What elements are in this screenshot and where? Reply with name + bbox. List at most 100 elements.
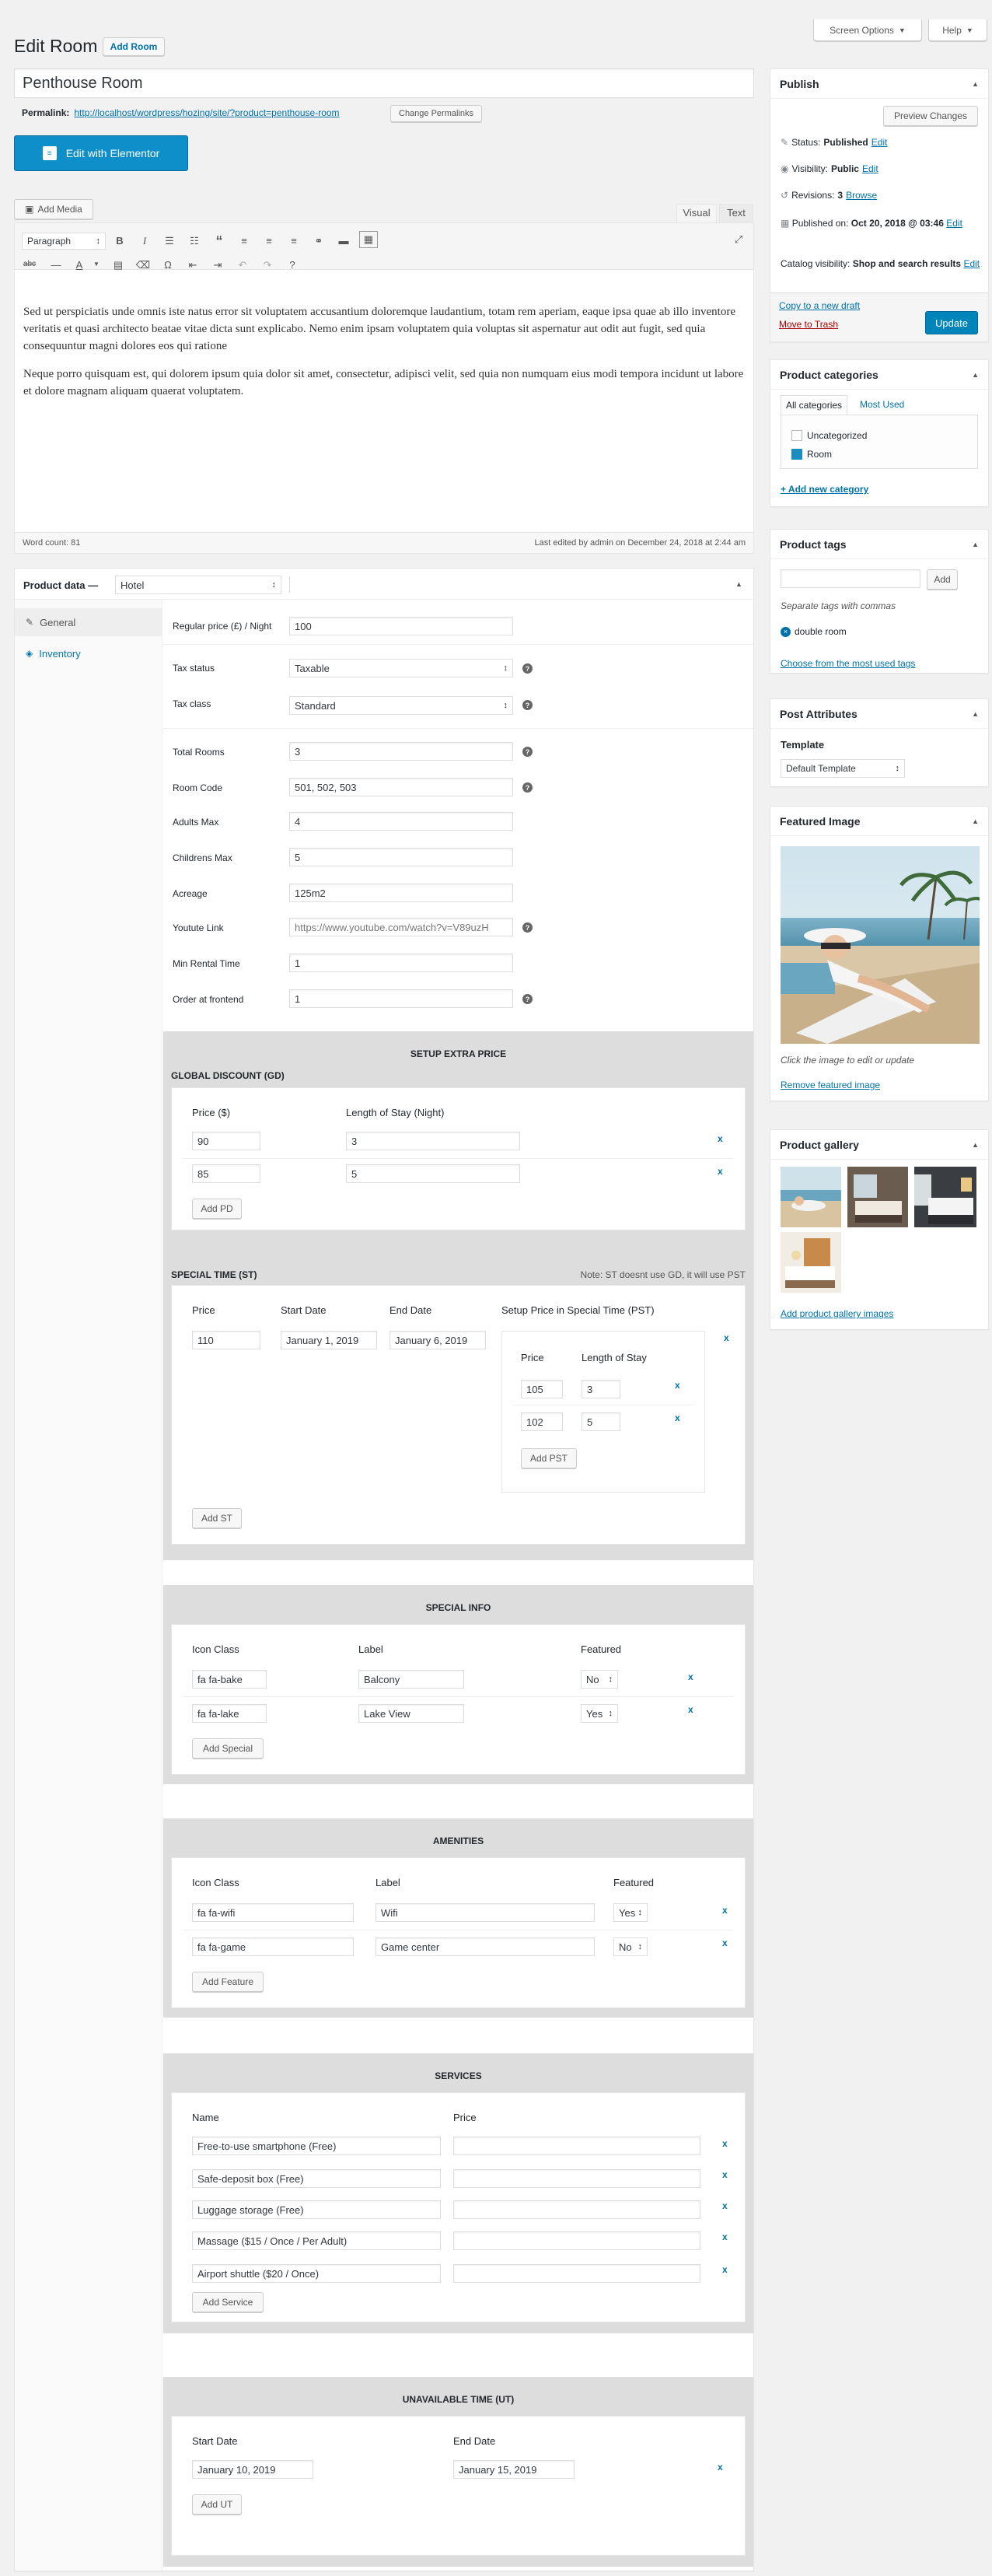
gallery-image[interactable] bbox=[781, 1232, 841, 1293]
tag-input[interactable] bbox=[781, 569, 920, 588]
childrens-max-input[interactable]: 5 bbox=[289, 848, 513, 866]
youtube-link-input[interactable]: https://www.youtube.com/watch?v=V89uzH bbox=[289, 918, 513, 936]
remove-row-icon[interactable]: x bbox=[722, 2138, 728, 2149]
service-name-input[interactable]: Massage ($15 / Once / Per Adult) bbox=[192, 2231, 441, 2250]
gallery-image[interactable] bbox=[847, 1167, 908, 1227]
paste-text-icon[interactable]: ▤ bbox=[110, 259, 126, 271]
service-name-input[interactable]: Safe-deposit box (Free) bbox=[192, 2169, 441, 2188]
gd-stay-input[interactable]: 5 bbox=[346, 1164, 520, 1183]
service-price-input[interactable] bbox=[453, 2264, 700, 2283]
acreage-input[interactable]: 125m2 bbox=[289, 884, 513, 902]
read-more-icon[interactable]: ▬ bbox=[336, 235, 351, 247]
tab-text[interactable]: Text bbox=[719, 204, 753, 222]
gallery-image[interactable] bbox=[781, 1167, 841, 1227]
remove-tag-icon[interactable]: × bbox=[781, 626, 791, 637]
label-input[interactable]: Game center bbox=[375, 1937, 595, 1956]
fullscreen-icon[interactable]: ⤢ bbox=[731, 233, 746, 246]
change-permalinks-button[interactable]: Change Permalinks bbox=[390, 105, 482, 122]
order-frontend-input[interactable]: 1 bbox=[289, 989, 513, 1008]
add-gallery-images-link[interactable]: Add product gallery images bbox=[781, 1308, 893, 1319]
update-button[interactable]: Update bbox=[925, 311, 978, 334]
featured-select[interactable]: Yes bbox=[613, 1903, 648, 1922]
outdent-icon[interactable]: ⇤ bbox=[185, 259, 201, 271]
add-feature-button[interactable]: Add Feature bbox=[192, 1972, 264, 1992]
permalink-link[interactable]: http://localhost/wordpress/hozing/site/?… bbox=[74, 107, 339, 118]
align-left-icon[interactable]: ≡ bbox=[236, 235, 252, 247]
italic-icon[interactable]: I bbox=[137, 235, 152, 247]
label-input[interactable]: Wifi bbox=[375, 1903, 595, 1922]
service-name-input[interactable]: Airport shuttle ($20 / Once) bbox=[192, 2264, 441, 2283]
collapse-icon[interactable]: ▲ bbox=[972, 817, 979, 825]
choose-tags-link[interactable]: Choose from the most used tags bbox=[781, 658, 915, 669]
align-center-icon[interactable]: ≡ bbox=[261, 235, 277, 247]
tab-inventory[interactable]: ◈ Inventory bbox=[15, 639, 162, 667]
help-button[interactable]: Help ▼ bbox=[928, 19, 987, 41]
special-character-icon[interactable]: Ω bbox=[160, 259, 176, 271]
editor-content[interactable]: Sed ut perspiciatis unde omnis iste natu… bbox=[23, 303, 746, 400]
strikethrough-icon[interactable]: abc bbox=[22, 260, 37, 268]
regular-price-input[interactable]: 100 bbox=[289, 617, 513, 635]
label-input[interactable]: Lake View bbox=[358, 1704, 464, 1723]
remove-featured-link[interactable]: Remove featured image bbox=[781, 1080, 880, 1090]
add-pd-button[interactable]: Add PD bbox=[192, 1199, 242, 1219]
undo-icon[interactable]: ↶ bbox=[235, 259, 250, 271]
add-ut-button[interactable]: Add UT bbox=[192, 2494, 242, 2515]
featured-image[interactable] bbox=[781, 846, 980, 1044]
st-end-date-input[interactable]: January 6, 2019 bbox=[389, 1331, 486, 1349]
add-special-button[interactable]: Add Special bbox=[192, 1738, 264, 1759]
gallery-image[interactable] bbox=[914, 1167, 976, 1227]
service-price-input[interactable] bbox=[453, 2169, 700, 2188]
label-input[interactable]: Balcony bbox=[358, 1670, 464, 1689]
pst-price-input[interactable]: 105 bbox=[521, 1380, 563, 1398]
service-name-input[interactable]: Free-to-use smartphone (Free) bbox=[192, 2137, 441, 2155]
remove-row-icon[interactable]: x bbox=[675, 1380, 680, 1391]
remove-row-icon[interactable]: x bbox=[718, 1133, 723, 1144]
gd-stay-input[interactable]: 3 bbox=[346, 1132, 520, 1150]
category-item[interactable]: Room bbox=[791, 449, 832, 460]
pst-stay-input[interactable]: 3 bbox=[582, 1380, 620, 1398]
template-select[interactable]: Default Template bbox=[781, 759, 905, 778]
collapse-icon[interactable]: ▲ bbox=[735, 580, 742, 588]
browse-revisions-link[interactable]: Browse bbox=[846, 190, 877, 201]
bullet-list-icon[interactable]: ☰ bbox=[162, 235, 177, 247]
ut-end-date-input[interactable]: January 15, 2019 bbox=[453, 2460, 575, 2479]
featured-select[interactable]: No bbox=[581, 1670, 618, 1689]
service-price-input[interactable] bbox=[453, 2137, 700, 2155]
format-select[interactable]: Paragraph bbox=[22, 233, 106, 250]
st-price-input[interactable]: 110 bbox=[192, 1331, 260, 1349]
gd-price-input[interactable]: 90 bbox=[192, 1132, 260, 1150]
remove-row-icon[interactable]: x bbox=[722, 1937, 728, 1948]
remove-row-icon[interactable]: x bbox=[722, 2231, 728, 2242]
clear-formatting-icon[interactable]: ⌫ bbox=[135, 259, 151, 271]
remove-row-icon[interactable]: x bbox=[722, 2264, 728, 2275]
horizontal-line-icon[interactable]: — bbox=[48, 259, 64, 271]
numbered-list-icon[interactable]: ☷ bbox=[187, 235, 202, 247]
adults-max-input[interactable]: 4 bbox=[289, 812, 513, 831]
keyboard-help-icon[interactable]: ? bbox=[285, 259, 300, 271]
icon-class-input[interactable]: fa fa-wifi bbox=[192, 1903, 354, 1922]
collapse-icon[interactable]: ▲ bbox=[972, 710, 979, 718]
post-title-input[interactable]: Penthouse Room bbox=[14, 68, 754, 98]
add-st-button[interactable]: Add ST bbox=[192, 1508, 242, 1528]
tab-most-used[interactable]: Most Used bbox=[860, 399, 904, 410]
bold-icon[interactable]: B bbox=[112, 235, 127, 247]
room-code-input[interactable]: 501, 502, 503 bbox=[289, 778, 513, 796]
remove-row-icon[interactable]: x bbox=[718, 1166, 723, 1177]
edit-with-elementor-button[interactable]: ≡ Edit with Elementor bbox=[14, 135, 188, 171]
tax-class-select[interactable]: Standard bbox=[289, 696, 513, 715]
gd-price-input[interactable]: 85 bbox=[192, 1164, 260, 1183]
add-media-button[interactable]: ▣ Add Media bbox=[14, 199, 93, 219]
collapse-icon[interactable]: ▲ bbox=[972, 80, 979, 88]
preview-changes-button[interactable]: Preview Changes bbox=[883, 106, 978, 126]
edit-status-link[interactable]: Edit bbox=[871, 137, 888, 148]
collapse-icon[interactable]: ▲ bbox=[972, 371, 979, 379]
add-tag-button[interactable]: Add bbox=[927, 569, 958, 590]
text-color-icon[interactable]: A bbox=[72, 259, 87, 271]
checkbox-checked[interactable] bbox=[791, 449, 802, 460]
add-category-link[interactable]: + Add new category bbox=[781, 484, 868, 495]
tab-general[interactable]: ✎ General bbox=[15, 608, 162, 636]
redo-icon[interactable]: ↷ bbox=[260, 259, 275, 271]
link-icon[interactable]: ⚭ bbox=[311, 235, 327, 247]
edit-date-link[interactable]: Edit bbox=[946, 218, 962, 229]
edit-catalog-link[interactable]: Edit bbox=[963, 258, 980, 269]
